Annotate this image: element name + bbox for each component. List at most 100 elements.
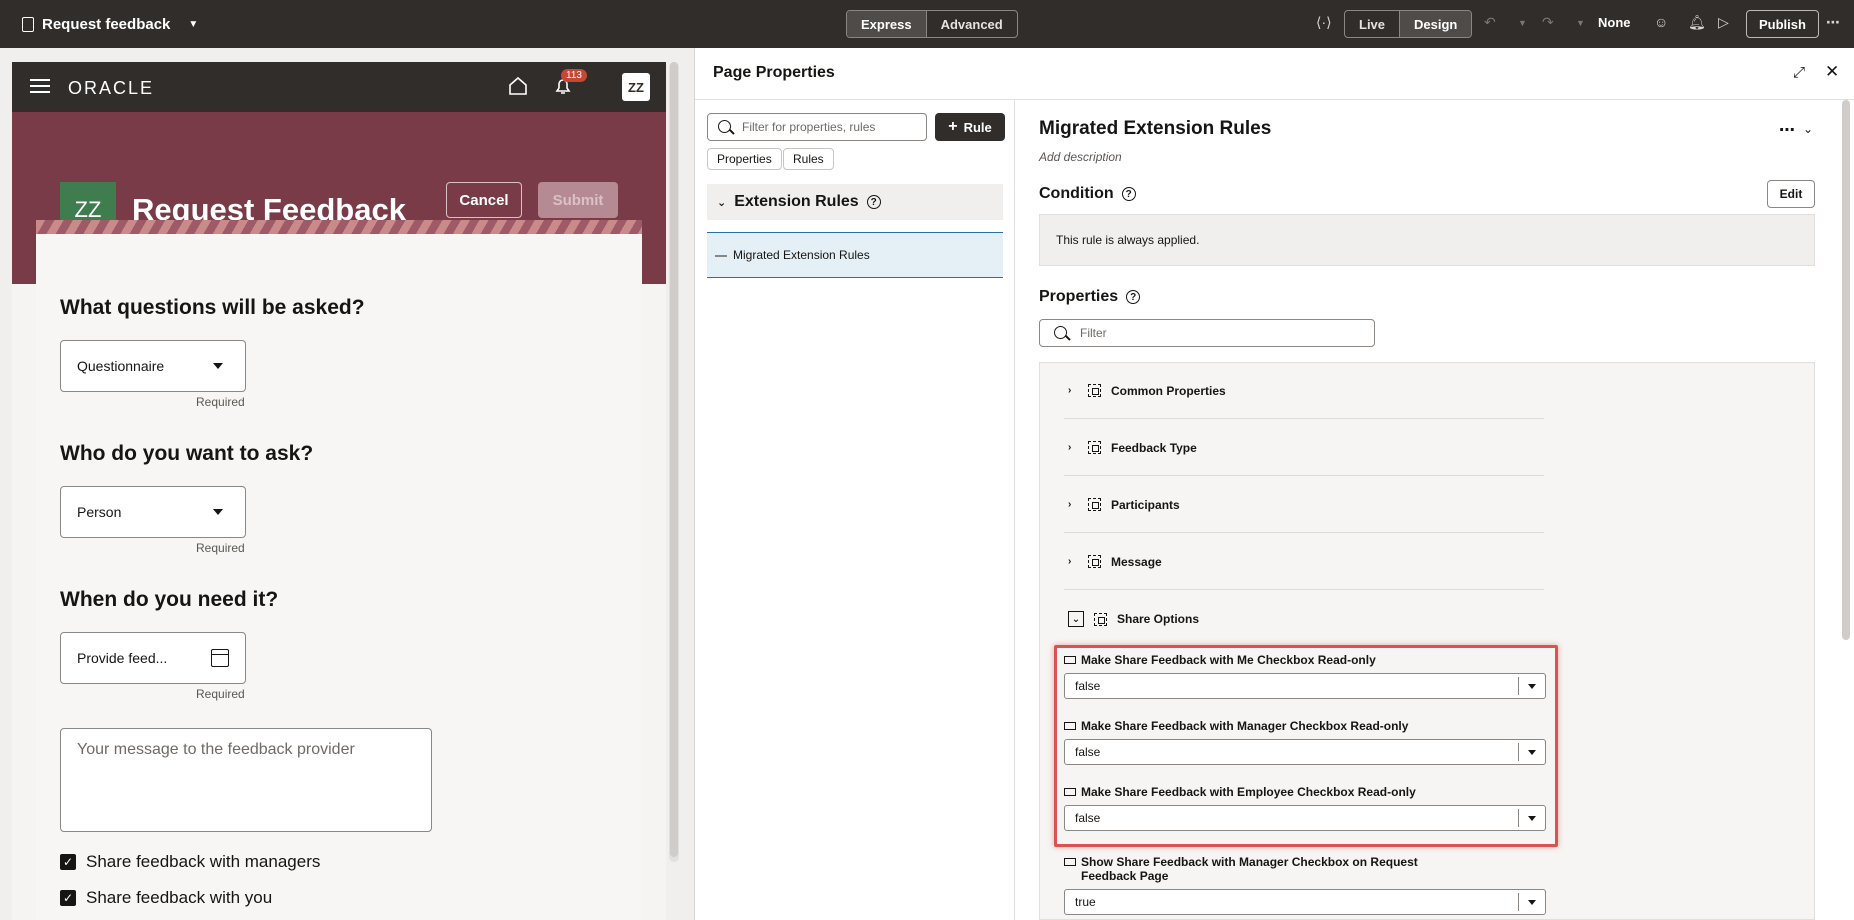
properties-panel: › Common Properties › Feedback Type › Pa… — [1039, 362, 1815, 920]
rules-column — [695, 100, 1015, 920]
group-icon — [1088, 384, 1101, 397]
tab-rules[interactable]: Rules — [783, 148, 834, 170]
required-hint: Required — [196, 395, 245, 409]
code-icon[interactable]: ⟨·⟩ — [1316, 14, 1332, 31]
group-feedback-type[interactable]: › Feedback Type — [1064, 420, 1544, 476]
properties-filter-input[interactable]: Filter — [1039, 319, 1375, 347]
page-name: Request feedback — [42, 15, 171, 33]
view-live-button[interactable]: Live — [1345, 11, 1399, 37]
chevron-down-icon[interactable]: ▼ — [1518, 18, 1527, 28]
bell-icon[interactable]: 🔔︎ — [1688, 14, 1706, 31]
cancel-button[interactable]: Cancel — [446, 182, 522, 218]
property-select[interactable]: false — [1064, 805, 1546, 831]
field-icon — [1064, 858, 1076, 866]
view-design-button[interactable]: Design — [1399, 11, 1472, 37]
group-icon — [1094, 612, 1107, 626]
chevron-down-icon[interactable] — [1528, 684, 1536, 689]
chevron-down-icon — [213, 363, 223, 369]
submit-button[interactable]: Submit — [538, 182, 618, 218]
group-label: Participants — [1111, 497, 1180, 512]
group-participants[interactable]: › Participants — [1064, 477, 1544, 533]
question-label: When do you need it? — [60, 588, 279, 611]
group-share-options[interactable]: ⌄ Share Options — [1064, 591, 1544, 647]
undo-icon[interactable]: ↶ — [1484, 14, 1496, 31]
add-rule-button[interactable]: + Rule — [935, 113, 1005, 141]
field-icon — [1064, 656, 1076, 664]
page-selector[interactable]: Request feedback ▼ — [0, 16, 198, 33]
help-icon[interactable]: ? — [1121, 187, 1136, 201]
smiley-icon[interactable]: ☺ — [1654, 14, 1668, 30]
field-icon — [1064, 722, 1076, 730]
question-label: What questions will be asked? — [60, 296, 365, 319]
chevron-down-icon: ⌄ — [1068, 611, 1084, 627]
user-avatar[interactable]: ZZ — [622, 73, 650, 101]
select-value: false — [1075, 679, 1101, 693]
chevron-down-icon[interactable]: ▼ — [1576, 18, 1585, 28]
tab-properties[interactable]: Properties — [707, 148, 782, 170]
edit-condition-button[interactable]: Edit — [1767, 180, 1815, 208]
mode-advanced-button[interactable]: Advanced — [925, 11, 1017, 37]
top-toolbar: Request feedback ▼ Express Advanced ⟨·⟩ … — [0, 0, 1854, 48]
property-select[interactable]: true — [1064, 889, 1546, 915]
chevron-down-icon[interactable] — [1528, 750, 1536, 755]
message-textarea[interactable]: Your message to the feedback provider — [60, 728, 432, 832]
plus-icon: + — [948, 118, 958, 135]
drawer-scrollbar[interactable] — [1842, 100, 1850, 640]
chevron-down-icon[interactable]: ⌄ — [1803, 122, 1813, 136]
mode-express-button[interactable]: Express — [847, 11, 926, 37]
play-icon[interactable]: ▷ — [1718, 14, 1729, 31]
select-value: true — [1075, 895, 1096, 909]
condition-label: Condition — [1039, 185, 1114, 202]
group-message[interactable]: › Message — [1064, 534, 1544, 590]
banner-art — [36, 220, 642, 234]
property-label: Make Share Feedback with Employee Checkb… — [1081, 785, 1416, 799]
required-hint: Required — [196, 541, 245, 555]
rule-title[interactable]: Migrated Extension Rules — [1039, 118, 1271, 140]
search-icon — [1054, 326, 1067, 339]
oracle-logo: ORACLE — [68, 78, 155, 98]
more-icon[interactable]: ⋯ — [1826, 14, 1840, 31]
property-label: Show Share Feedback with Manager Checkbo… — [1081, 855, 1418, 883]
property-label: Make Share Feedback with Manager Checkbo… — [1081, 719, 1409, 733]
field-icon — [1064, 788, 1076, 796]
chevron-down-icon: ⌄ — [717, 196, 727, 209]
help-icon[interactable]: ? — [1126, 290, 1141, 304]
view-toggle: Live Design — [1344, 10, 1473, 38]
preview-scrollbar[interactable] — [669, 62, 679, 862]
redo-icon[interactable]: ↷ — [1542, 14, 1554, 31]
drawer-header: Page Properties ⤢ ✕ — [695, 48, 1854, 100]
calendar-icon[interactable] — [211, 649, 229, 667]
rule-button-label: Rule — [963, 119, 992, 135]
properties-heading: Properties ? — [1039, 288, 1141, 306]
share-managers-checkbox[interactable]: ✓ Share feedback with managers — [60, 852, 320, 872]
help-icon[interactable]: ? — [866, 195, 881, 209]
publish-button[interactable]: Publish — [1746, 10, 1819, 38]
more-icon[interactable]: ⋯ — [1779, 120, 1795, 140]
chevron-down-icon[interactable] — [1528, 816, 1536, 821]
property-select[interactable]: false — [1064, 739, 1546, 765]
rule-list-item[interactable]: Migrated Extension Rules — [707, 232, 1003, 278]
person-select[interactable]: Person — [60, 486, 246, 538]
questionnaire-select[interactable]: Questionnaire — [60, 340, 246, 392]
share-you-checkbox[interactable]: ✓ Share feedback with you — [60, 888, 272, 908]
chevron-down-icon[interactable] — [1528, 900, 1536, 905]
select-value: Person — [77, 504, 122, 520]
home-icon[interactable] — [508, 76, 528, 96]
group-common-properties[interactable]: › Common Properties — [1064, 363, 1544, 419]
form-card: What questions will be asked? Questionna… — [36, 220, 642, 920]
chevron-down-icon[interactable]: ▼ — [188, 19, 198, 30]
sandbox-label[interactable]: None — [1598, 15, 1631, 30]
add-description-link[interactable]: Add description — [1039, 150, 1122, 164]
close-icon[interactable]: ✕ — [1825, 62, 1839, 82]
property-read-only-employee: Make Share Feedback with Employee Checkb… — [1064, 785, 1546, 831]
search-icon — [718, 120, 731, 133]
menu-icon[interactable] — [30, 79, 50, 93]
rules-search-input[interactable]: Filter for properties, rules — [707, 113, 927, 141]
expand-icon[interactable]: ⤢ — [1793, 64, 1805, 81]
checkbox-label: Share feedback with you — [86, 888, 273, 907]
extension-rules-header[interactable]: ⌄ Extension Rules ? — [707, 184, 1003, 220]
property-select[interactable]: false — [1064, 673, 1546, 699]
date-input[interactable]: Provide feed... — [60, 632, 246, 684]
textarea-placeholder: Your message to the feedback provider — [77, 741, 355, 758]
checkmark-icon: ✓ — [60, 890, 76, 906]
